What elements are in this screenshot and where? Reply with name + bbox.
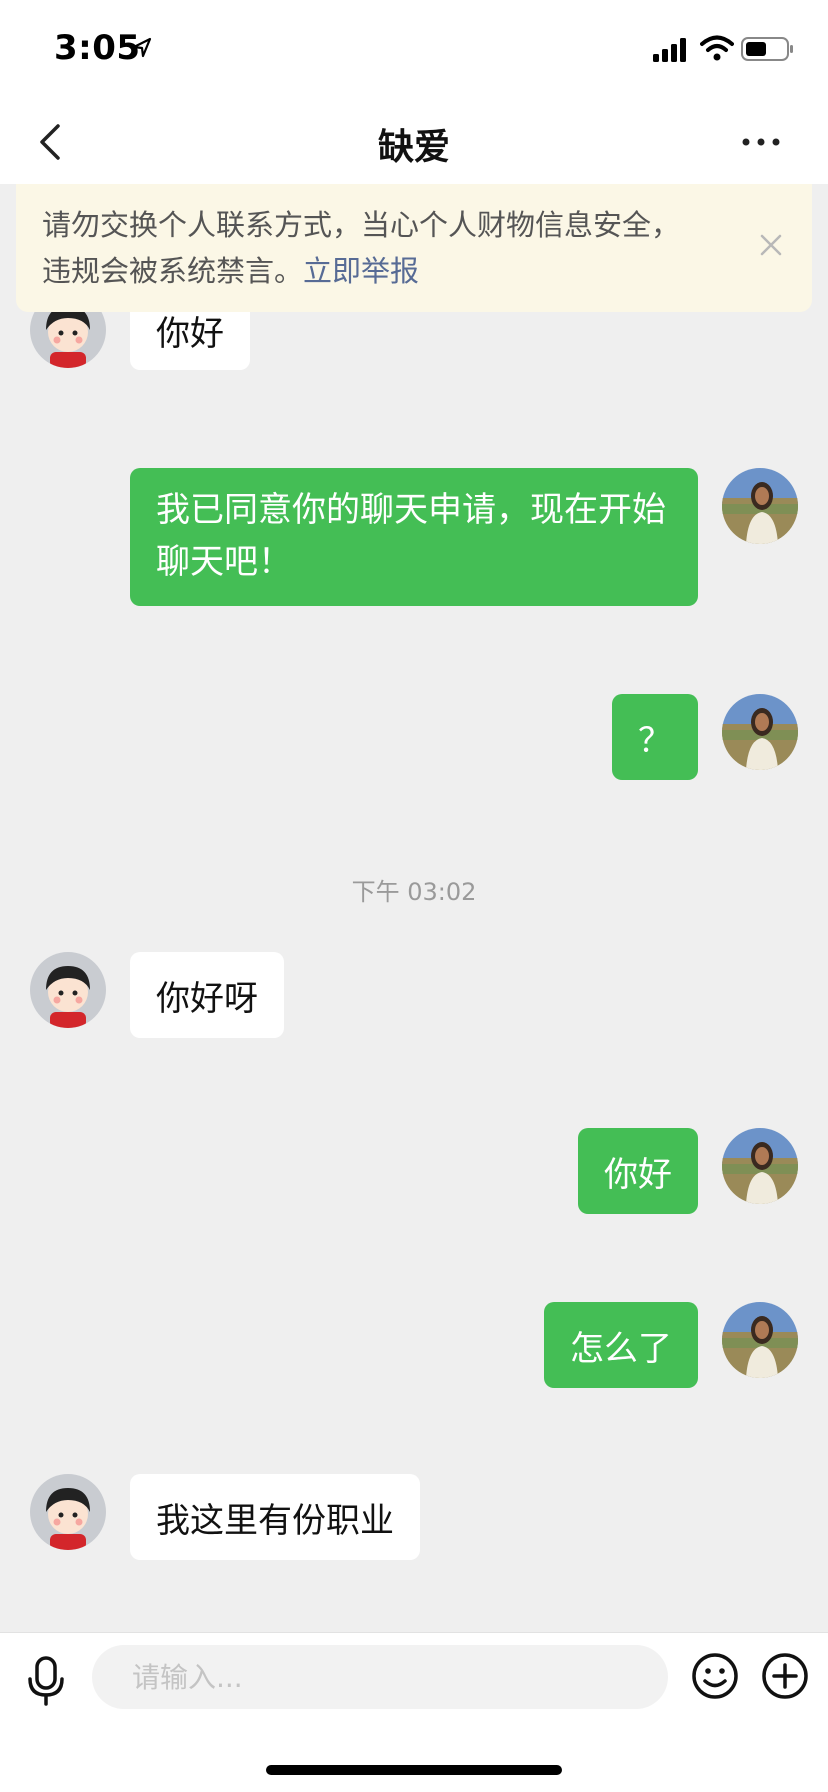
my-avatar[interactable]	[722, 468, 798, 544]
message-bubble-incoming[interactable]: 你好	[130, 312, 250, 370]
wifi-icon	[700, 35, 734, 61]
banner-text-line: 违规会被系统禁言。立即举报	[42, 248, 722, 294]
chat-title: 缺爱	[377, 127, 450, 168]
message-input[interactable]	[92, 1645, 668, 1709]
message-bubble-outgoing[interactable]: 我已同意你的聊天申请，现在开始 聊天吧！	[130, 468, 698, 606]
banner-text: 违规会被系统禁言。	[42, 254, 304, 288]
more-options-icon[interactable]	[736, 122, 786, 162]
add-icon[interactable]	[760, 1651, 810, 1701]
report-link[interactable]: 立即举报	[303, 254, 419, 288]
profile-photo-icon	[722, 1128, 798, 1204]
message-bubble-outgoing[interactable]: ？	[612, 694, 698, 780]
cartoon-boy-avatar-icon	[30, 312, 106, 368]
battery-icon	[741, 37, 793, 61]
banner-text-line: 请勿交换个人联系方式，当心个人财物信息安全，	[42, 208, 681, 242]
message-bubble-outgoing[interactable]: 怎么了	[544, 1302, 698, 1388]
my-avatar[interactable]	[722, 1302, 798, 1378]
location-arrow-icon	[132, 37, 152, 58]
contact-avatar[interactable]	[30, 1474, 106, 1550]
cellular-signal-icon	[653, 38, 686, 62]
profile-photo-icon	[722, 468, 798, 544]
microphone-icon[interactable]	[24, 1655, 68, 1707]
message-bubble-outgoing[interactable]: 你好	[578, 1128, 698, 1214]
contact-avatar[interactable]	[30, 312, 106, 368]
message-bubble-incoming[interactable]: 我这里有份职业	[130, 1474, 420, 1560]
profile-photo-icon	[722, 694, 798, 770]
cartoon-boy-avatar-icon	[30, 952, 106, 1028]
contact-avatar[interactable]	[30, 952, 106, 1028]
timestamp-label: 下午 03:02	[351, 878, 477, 906]
message-bubble-incoming[interactable]: 你好呀	[130, 952, 284, 1038]
message-list[interactable]: 你好 我已同意你的聊天申请，现在开始 聊天吧！ ？ 下午 03:02 你好呀 你…	[0, 312, 828, 1632]
my-avatar[interactable]	[722, 694, 798, 770]
status-time: 3:05	[54, 28, 141, 68]
message-input-bar	[0, 1632, 828, 1792]
safety-warning-banner: 请勿交换个人联系方式，当心个人财物信息安全， 违规会被系统禁言。立即举报	[16, 184, 812, 312]
message-line: 聊天吧！	[156, 542, 292, 582]
navigation-bar: 缺爱	[0, 100, 828, 184]
close-icon[interactable]	[756, 230, 786, 260]
message-line: 我已同意你的聊天申请，现在开始	[156, 490, 666, 530]
cartoon-boy-avatar-icon	[30, 1474, 106, 1550]
my-avatar[interactable]	[722, 1128, 798, 1204]
home-indicator[interactable]	[266, 1765, 562, 1775]
status-bar: 3:05	[0, 0, 828, 100]
profile-photo-icon	[722, 1302, 798, 1378]
emoji-icon[interactable]	[690, 1651, 740, 1701]
